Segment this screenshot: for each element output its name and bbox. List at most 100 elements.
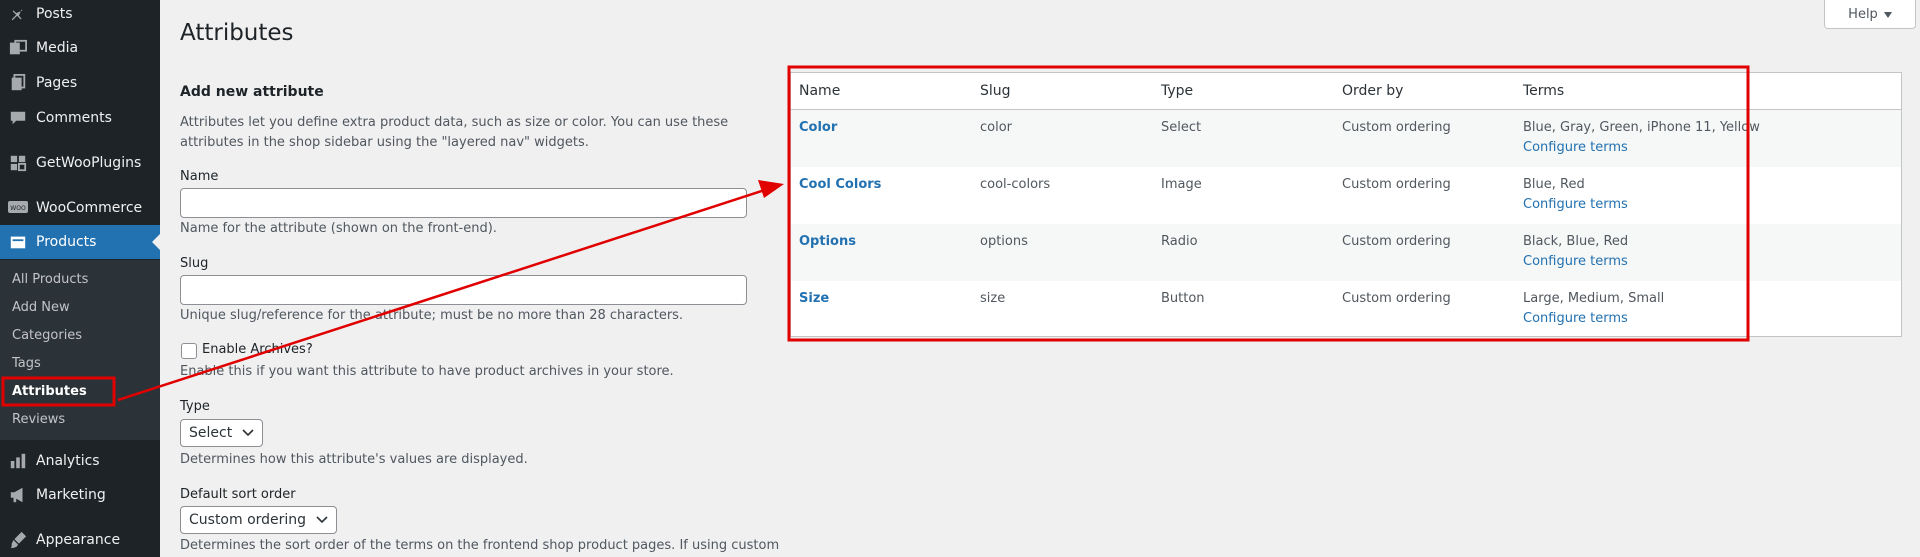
menu-media[interactable]: Media — [0, 31, 160, 65]
sort-help: Determines the sort order of the terms o… — [180, 538, 780, 553]
submenu-reviews[interactable]: Reviews — [12, 412, 65, 427]
attribute-name-link[interactable]: Color — [799, 120, 837, 135]
chevron-down-icon — [316, 516, 328, 524]
slug-help: Unique slug/reference for the attribute;… — [180, 308, 684, 323]
comments-icon — [0, 109, 36, 127]
attribute-terms: Black, Blue, Red — [1523, 234, 1629, 249]
archive-icon — [0, 233, 36, 251]
attribute-terms: Blue, Gray, Green, iPhone 11, Yellow — [1523, 120, 1760, 135]
configure-terms-link[interactable]: Configure terms — [1523, 197, 1628, 212]
attribute-slug: size — [980, 291, 1006, 306]
submenu-categories[interactable]: Categories — [12, 328, 82, 343]
submenu-attributes[interactable]: Attributes — [12, 384, 87, 399]
menu-label: Comments — [36, 110, 112, 126]
type-select[interactable]: Select — [180, 419, 264, 447]
configure-terms-link[interactable]: Configure terms — [1523, 140, 1628, 155]
configure-terms-link[interactable]: Configure terms — [1523, 311, 1628, 326]
pin-icon — [0, 5, 36, 23]
menu-label: Pages — [36, 75, 78, 91]
attribute-order: Custom ordering — [1342, 177, 1451, 192]
menu-label: Analytics — [36, 453, 100, 469]
attribute-type: Select — [1161, 120, 1202, 135]
admin-sidebar: Posts Media Pages Comments GetWooPlugins… — [0, 0, 160, 557]
attributes-table: Name Slug Type Order by Terms Color colo… — [790, 72, 1902, 337]
name-help: Name for the attribute (shown on the fro… — [180, 221, 497, 236]
menu-appearance[interactable]: Appearance — [0, 523, 160, 557]
type-label: Type — [180, 399, 210, 414]
sort-label: Default sort order — [180, 487, 296, 502]
media-icon — [0, 39, 36, 57]
menu-analytics[interactable]: Analytics — [0, 444, 160, 478]
menu-label: WooCommerce — [36, 200, 143, 216]
menu-label: Media — [36, 40, 79, 56]
help-button[interactable]: Help — [1824, 0, 1916, 29]
woo-badge-text: WOO — [10, 205, 26, 212]
enable-archives-help: Enable this if you want this attribute t… — [180, 364, 674, 379]
menu-label: GetWooPlugins — [36, 155, 142, 171]
menu-posts[interactable]: Posts — [0, 0, 160, 31]
slug-input[interactable] — [180, 275, 747, 305]
form-intro: Attributes let you define extra product … — [180, 115, 729, 150]
woo-icon: WOO — [0, 201, 36, 215]
pages-icon — [0, 74, 36, 92]
bar-chart-icon — [0, 452, 36, 470]
menu-pages[interactable]: Pages — [0, 66, 160, 100]
page-title: Attributes — [180, 20, 294, 46]
attribute-terms: Large, Medium, Small — [1523, 291, 1665, 306]
name-label: Name — [180, 169, 219, 184]
attribute-type: Image — [1161, 177, 1202, 192]
attribute-order: Custom ordering — [1342, 291, 1451, 306]
attribute-order: Custom ordering — [1342, 120, 1451, 135]
submenu-add-new[interactable]: Add New — [12, 300, 70, 315]
slug-label: Slug — [180, 256, 209, 271]
attribute-order: Custom ordering — [1342, 234, 1451, 249]
menu-label: Marketing — [36, 487, 106, 503]
enable-archives-checkbox[interactable] — [181, 343, 197, 359]
grid-icon — [0, 154, 36, 172]
attribute-slug: options — [980, 234, 1028, 249]
attribute-terms: Blue, Red — [1523, 177, 1585, 192]
products-submenu: All Products Add New Categories Tags Att… — [0, 260, 160, 440]
sort-select-value: Custom ordering — [189, 512, 307, 528]
column-header-terms: Terms — [1523, 83, 1565, 99]
attribute-name-link[interactable]: Size — [799, 291, 829, 306]
column-header-order-by: Order by — [1342, 83, 1404, 99]
table-row: Options options Radio Custom ordering Bl… — [791, 224, 1901, 281]
column-header-slug: Slug — [980, 83, 1011, 99]
name-input[interactable] — [180, 188, 747, 218]
table-row: Color color Select Custom ordering Blue,… — [791, 110, 1901, 167]
menu-marketing[interactable]: Marketing — [0, 478, 160, 512]
sort-select[interactable]: Custom ordering — [180, 506, 338, 534]
configure-terms-link[interactable]: Configure terms — [1523, 254, 1628, 269]
submenu-tags[interactable]: Tags — [12, 356, 41, 371]
help-label: Help — [1848, 6, 1878, 22]
attribute-type: Radio — [1161, 234, 1198, 249]
menu-label: Products — [36, 234, 97, 250]
triangle-down-icon — [1883, 7, 1892, 22]
menu-comments[interactable]: Comments — [0, 101, 160, 135]
type-select-value: Select — [189, 425, 233, 441]
brush-icon — [0, 531, 36, 549]
submenu-all-products[interactable]: All Products — [12, 272, 88, 287]
attribute-name-link[interactable]: Options — [799, 234, 856, 249]
enable-archives-label: Enable Archives? — [202, 342, 313, 357]
menu-products[interactable]: Products — [0, 225, 160, 259]
form-heading: Add new attribute — [180, 84, 324, 100]
type-help: Determines how this attribute's values a… — [180, 452, 528, 467]
table-row: Cool Colors cool-colors Image Custom ord… — [791, 167, 1901, 224]
attribute-slug: cool-colors — [980, 177, 1051, 192]
menu-getwooplugins[interactable]: GetWooPlugins — [0, 146, 160, 180]
menu-label: Posts — [36, 6, 73, 22]
menu-woocommerce[interactable]: WOO WooCommerce — [0, 191, 160, 225]
megaphone-icon — [0, 486, 36, 504]
attribute-type: Button — [1161, 291, 1205, 306]
menu-label: Appearance — [36, 532, 121, 548]
column-header-type: Type — [1161, 83, 1194, 99]
active-indicator — [152, 234, 160, 250]
attribute-slug: color — [980, 120, 1013, 135]
column-header-name: Name — [799, 83, 841, 99]
chevron-down-icon — [242, 429, 254, 437]
attribute-name-link[interactable]: Cool Colors — [799, 177, 881, 192]
arrow-head-icon — [758, 180, 784, 198]
table-row: Size size Button Custom ordering Large, … — [791, 281, 1901, 338]
